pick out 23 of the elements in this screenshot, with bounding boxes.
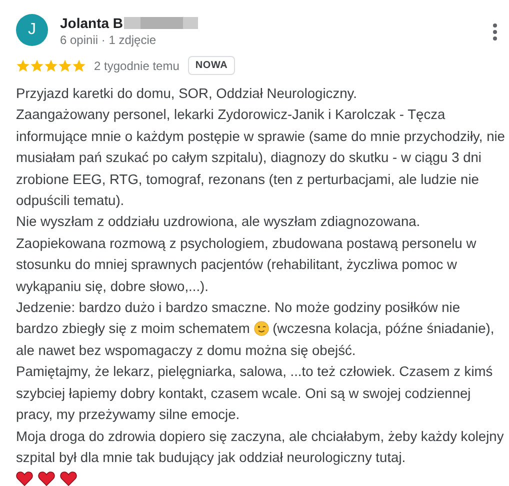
star-icon	[72, 58, 86, 72]
review-text: ale nawet bez wspomagaczy z domu można się obejść.	[16, 342, 356, 358]
review-text: (wczesna kolacja, późne śniadanie),	[272, 321, 494, 336]
star-icon	[16, 58, 30, 72]
review-time: 2 tygodnie temu	[94, 58, 180, 72]
heart-icon	[38, 471, 55, 486]
review-text: Moja droga do zdrowia dopiero się zaczyna, ale chciałabym, żeby każdy kolejny szpital był dla mnie tak budujący jak oddział neurologiczny tutaj.	[16, 428, 504, 465]
star-icon	[44, 58, 58, 72]
heart-icon	[16, 471, 33, 486]
review-text: Przyjazd karetki do domu, SOR, Oddział Neurologiczny.	[16, 86, 357, 101]
reviewer-stats: 6 opinii · 1 zdjęcie	[60, 33, 158, 47]
review-text: Jedzenie: bardzo dużo i bardzo smaczne. No może godziny posiłków nie	[16, 300, 460, 316]
winking-face-icon	[254, 321, 269, 336]
star-icon	[58, 58, 72, 72]
review-text: Nie wyszłam z oddziału uzdrowiona, ale wyszłam zdiagnozowana.	[16, 214, 420, 230]
new-badge: NOWA	[188, 56, 235, 75]
reviewer-name[interactable]: Jolanta B	[60, 15, 124, 31]
review-text: Zaopiekowana rozmową z psychologiem, zbudowana postawą personelu w stosunku do mniej sprawnych pacjentów (rehabilitant, życzliwa pomoc w wykąpaniu się, dobre słowo,...).	[16, 236, 476, 294]
review-text: bardzo zbiegły się z moim schematem	[16, 321, 250, 336]
review-text: Pamiętajmy, że lekarz, pielęgniarka, salowa, ...to też człowiek. Czasem z kimś szybciej łapiemy dobry kontakt, czasem wcale. Oni są w swojej codziennej pracy, my przeżywamy silne emocje.	[16, 364, 493, 422]
review-text: Zaangażowany personel, lekarki Zydorowicz-Janik i Karolczak - Tęcza informujące mnie o każdym postępie w sprawie (same do mnie przychodziły, nie musiałam pań szukać po całym szpitalu), diagnozy do skutku - w ciągu 3 dni zrobione EEG, RTG, tomograf, rezonans (ten z perturbacjami, ale ludzie nie odpuścili tematu).	[16, 107, 505, 208]
heart-icon	[60, 471, 77, 486]
star-icon	[30, 58, 44, 72]
